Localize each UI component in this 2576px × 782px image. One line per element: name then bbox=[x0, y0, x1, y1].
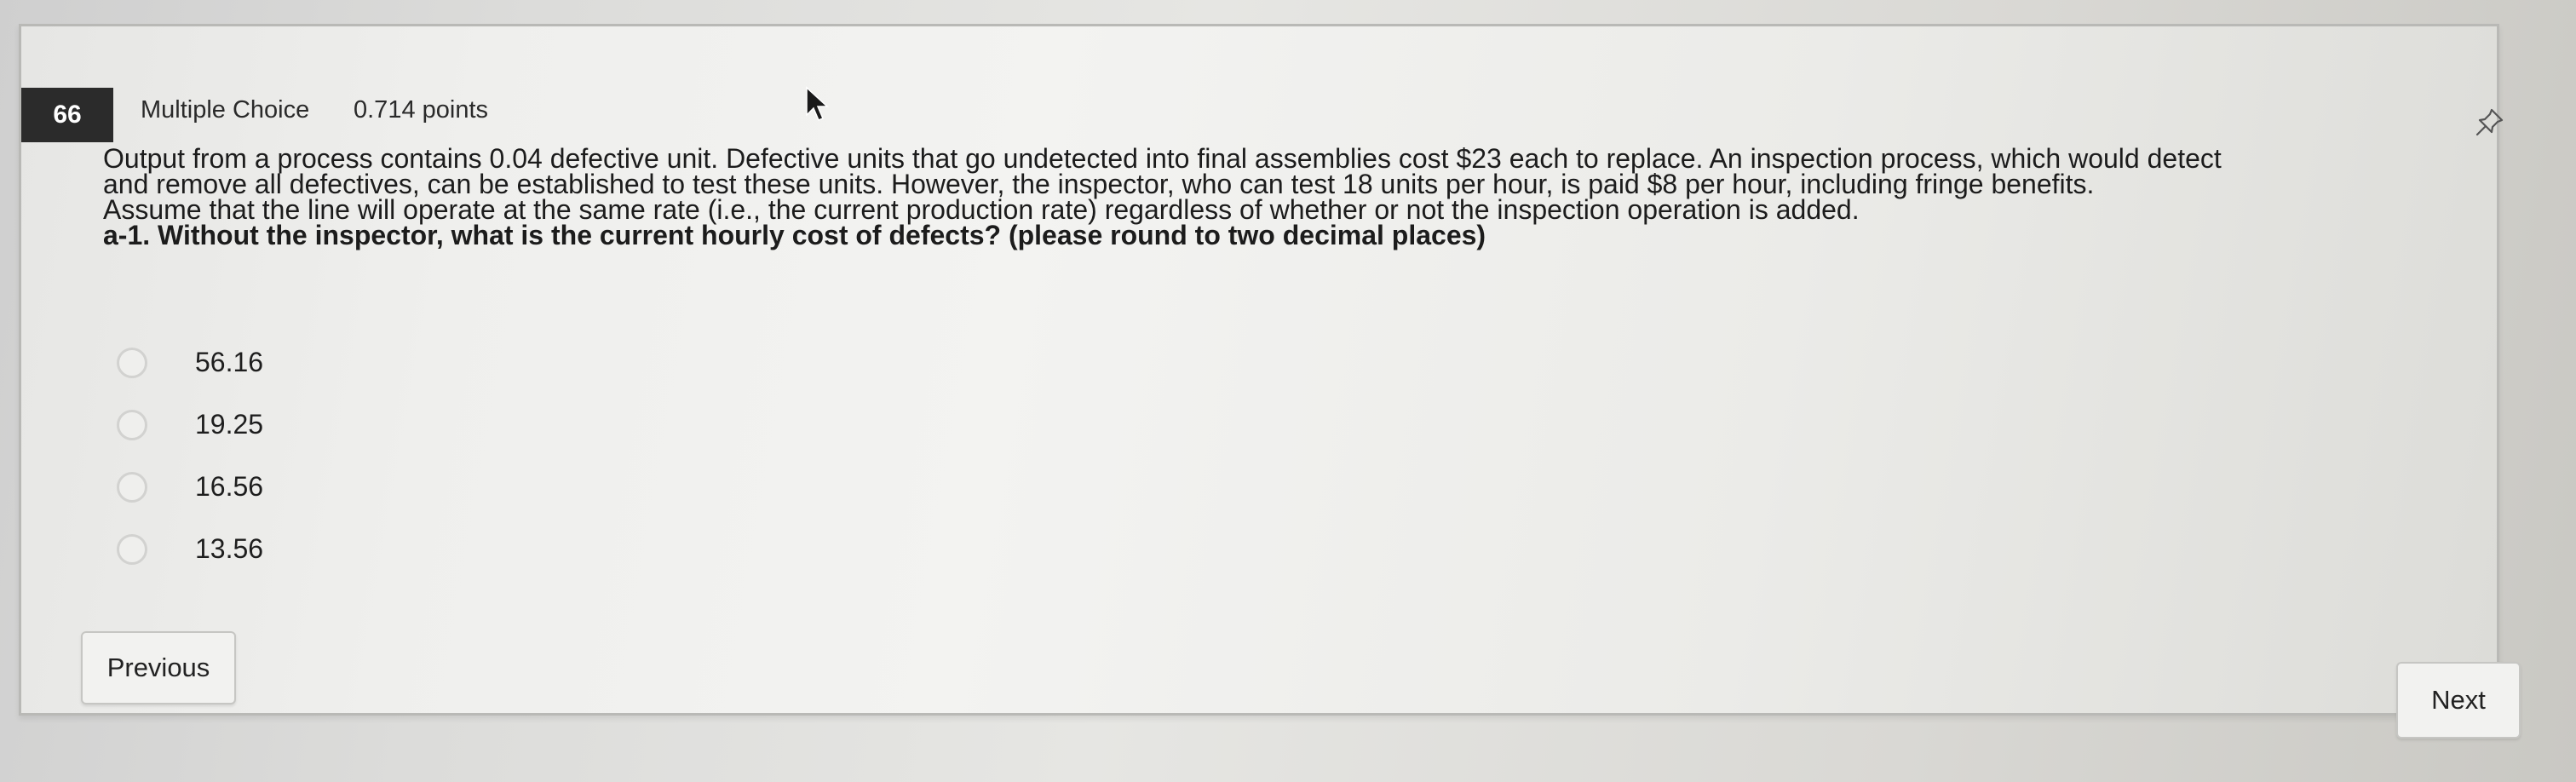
answer-option[interactable]: 19.25 bbox=[106, 394, 263, 456]
answer-option[interactable]: 13.56 bbox=[106, 518, 263, 580]
radio-button[interactable] bbox=[117, 471, 147, 503]
question-line: Assume that the line will operate at the… bbox=[103, 194, 1860, 225]
question-line: a-1. Without the inspector, what is the … bbox=[103, 220, 2539, 250]
previous-button[interactable]: Previous bbox=[81, 631, 236, 704]
answer-options: 56.16 19.25 16.56 13.56 bbox=[106, 331, 263, 580]
answer-option-label: 56.16 bbox=[195, 347, 264, 377]
answer-option[interactable]: 16.56 bbox=[106, 456, 263, 518]
radio-button[interactable] bbox=[117, 409, 147, 440]
next-button[interactable]: Next bbox=[2396, 662, 2521, 739]
answer-option-label: 13.56 bbox=[195, 533, 264, 564]
answer-option-label: 19.25 bbox=[195, 409, 264, 440]
question-points-label: 0.714 points bbox=[354, 96, 489, 124]
question-type-label: Multiple Choice bbox=[141, 96, 310, 124]
question-number-badge: 66 bbox=[21, 88, 113, 142]
question-line: and remove all defectives, can be establ… bbox=[103, 169, 2095, 199]
mouse-pointer-icon bbox=[806, 86, 829, 121]
radio-button[interactable] bbox=[117, 533, 147, 565]
pushpin-icon[interactable] bbox=[2473, 105, 2507, 139]
answer-option[interactable]: 56.16 bbox=[106, 331, 263, 394]
question-text: Output from a process contains 0.04 defe… bbox=[103, 143, 2539, 250]
radio-button[interactable] bbox=[117, 347, 147, 378]
answer-option-label: 16.56 bbox=[195, 471, 264, 502]
question-line: Output from a process contains 0.04 defe… bbox=[103, 143, 2222, 174]
question-part-text: a-1. Without the inspector, what is the … bbox=[103, 220, 1486, 250]
question-card: 66 Multiple Choice 0.714 points Output f… bbox=[19, 24, 2521, 739]
